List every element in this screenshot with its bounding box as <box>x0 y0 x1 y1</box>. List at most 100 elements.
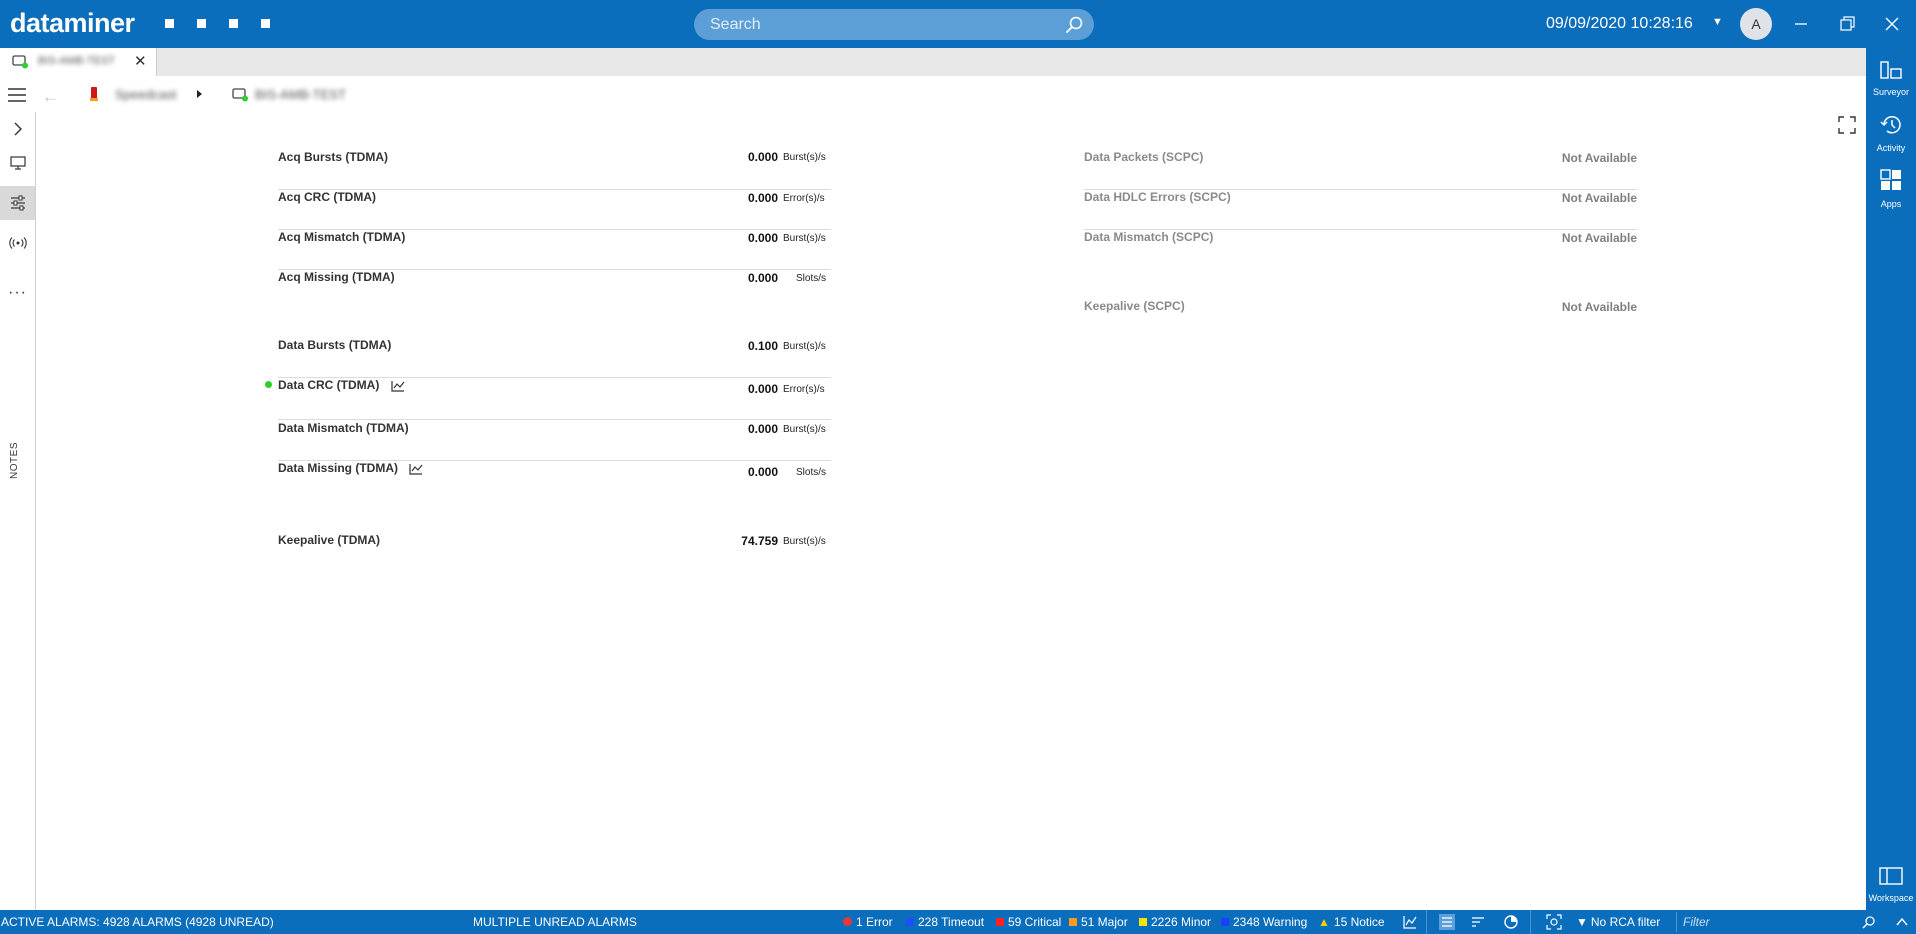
parameter-name: Keepalive (TDMA) <box>278 533 381 547</box>
parameter-row[interactable]: Data Mismatch (SCPC) Not Available <box>1084 230 1637 270</box>
search-icon[interactable] <box>1064 15 1084 35</box>
visual-overview-button[interactable] <box>0 146 35 180</box>
card-tab-title: BIS-AMB-TEST <box>38 55 116 67</box>
trend-chart-icon[interactable] <box>1402 914 1418 930</box>
funnel-icon: ▼ <box>1576 915 1588 929</box>
breadcrumb-separator-icon[interactable] <box>197 90 202 98</box>
parameter-row[interactable]: Data CRC (TDMA) 0.000 Error(s)/s <box>265 378 831 420</box>
parameter-value: 0.000 <box>747 271 778 285</box>
back-arrow-icon[interactable]: ← <box>42 87 59 107</box>
critical-count[interactable]: 59 Critical <box>996 915 1061 929</box>
workspace-button[interactable]: Workspace <box>1866 866 1916 903</box>
parameter-row[interactable]: Keepalive (TDMA) 74.759 Burst(s)/s <box>278 533 831 573</box>
list-view-icon[interactable] <box>1439 914 1455 930</box>
parameter-row[interactable]: Data Packets (SCPC) Not Available <box>1084 150 1637 190</box>
notice-count[interactable]: ▲ 15 Notice <box>1318 915 1385 929</box>
error-icon <box>843 917 852 926</box>
card-navigation-bar: ← Speedcast BIS-AMB-TEST <box>0 78 1866 112</box>
trend-chart-icon[interactable] <box>409 463 423 475</box>
unread-alarms-notice[interactable]: MULTIPLE UNREAD ALARMS <box>473 915 637 929</box>
parameter-value: 0.100 <box>747 339 778 353</box>
parameter-name: Data CRC (TDMA) <box>278 378 405 392</box>
parameter-name: Keepalive (SCPC) <box>1084 299 1185 313</box>
user-avatar[interactable]: A <box>1740 8 1772 40</box>
app-square-2-icon[interactable] <box>197 19 206 28</box>
alarm-filter-box[interactable] <box>1676 912 1875 932</box>
focus-icon[interactable] <box>1546 914 1562 930</box>
warning-square-icon <box>1221 918 1229 926</box>
critical-square-icon <box>996 918 1004 926</box>
data-display-button[interactable] <box>0 186 35 220</box>
surveyor-button[interactable]: Surveyor <box>1866 60 1916 97</box>
minimize-icon[interactable] <box>1789 12 1813 36</box>
search-box[interactable] <box>694 9 1094 40</box>
signal-button[interactable] <box>0 226 35 260</box>
parameter-row[interactable]: Data Mismatch (TDMA) 0.000 Burst(s)/s <box>278 421 831 461</box>
card-tab[interactable]: BIS-AMB-TEST ✕ <box>0 48 157 76</box>
parameter-row[interactable]: Data HDLC Errors (SCPC) Not Available <box>1084 190 1637 230</box>
fullscreen-icon[interactable] <box>1838 116 1856 134</box>
warning-count[interactable]: 2348 Warning <box>1221 915 1307 929</box>
parameter-unit: Burst(s)/s <box>783 424 826 435</box>
card-tab-strip: BIS-AMB-TEST ✕ <box>0 48 1866 76</box>
app-square-1-icon[interactable] <box>165 19 174 28</box>
current-datetime: 09/09/2020 10:28:16 <box>1546 15 1693 32</box>
history-icon <box>1880 116 1901 134</box>
error-count[interactable]: 1 Error <box>843 915 893 929</box>
parameter-row[interactable]: Acq CRC (TDMA) 0.000 Error(s)/s <box>278 190 831 230</box>
breadcrumb-view[interactable]: Speedcast <box>115 87 176 102</box>
alarm-filter-input[interactable] <box>1683 914 1833 930</box>
left-side-panel: ··· NOTES <box>0 112 36 910</box>
parameter-value: 0.000 <box>747 382 778 396</box>
trend-chart-icon[interactable] <box>391 380 405 392</box>
minor-square-icon <box>1139 918 1147 926</box>
element-icon <box>12 55 28 69</box>
parameter-name: Data Packets (SCPC) <box>1084 150 1204 164</box>
active-alarms-summary[interactable]: ACTIVE ALARMS: 4928 ALARMS (4928 UNREAD) <box>1 915 274 929</box>
notes-tab[interactable]: NOTES <box>9 442 20 479</box>
sort-icon[interactable] <box>1470 914 1486 930</box>
breadcrumb-element[interactable]: BIS-AMB-TEST <box>255 87 346 102</box>
parameter-row[interactable]: Acq Mismatch (TDMA) 0.000 Burst(s)/s <box>278 230 831 270</box>
apps-button[interactable]: Apps <box>1866 168 1916 209</box>
parameter-row[interactable]: Data Missing (TDMA) 0.000 Slots/s <box>278 461 831 501</box>
major-square-icon <box>1069 918 1077 926</box>
view-icon[interactable] <box>89 86 99 102</box>
major-count[interactable]: 51 Major <box>1069 915 1128 929</box>
chevron-up-icon[interactable] <box>1894 914 1910 930</box>
app-square-4-icon[interactable] <box>261 19 270 28</box>
more-options-button[interactable]: ··· <box>0 276 35 310</box>
search-icon[interactable] <box>1862 915 1876 929</box>
rca-filter-toggle[interactable]: ▼ No RCA filter <box>1576 915 1660 929</box>
parameter-name: Data Mismatch (SCPC) <box>1084 230 1214 244</box>
parameter-value: 0.000 <box>747 422 778 436</box>
timeout-count[interactable]: 228 Timeout <box>906 915 984 929</box>
close-window-icon[interactable] <box>1880 12 1904 36</box>
search-input[interactable] <box>710 13 1050 36</box>
activity-button[interactable]: Activity <box>1866 114 1916 153</box>
close-tab-icon[interactable]: ✕ <box>134 54 147 69</box>
app-square-3-icon[interactable] <box>229 19 238 28</box>
parameter-name: Data Bursts (TDMA) <box>278 338 392 352</box>
parameter-value: Not Available <box>1561 151 1637 165</box>
parameter-unit: Burst(s)/s <box>783 233 826 244</box>
parameter-value: 0.000 <box>747 191 778 205</box>
parameter-row[interactable]: Keepalive (SCPC) Not Available <box>1084 299 1637 339</box>
pie-chart-icon[interactable] <box>1503 914 1519 930</box>
parameter-row[interactable]: Data Bursts (TDMA) 0.100 Burst(s)/s <box>278 338 831 378</box>
parameter-value: Not Available <box>1561 231 1637 245</box>
datetime-dropdown-icon[interactable]: ▼ <box>1712 16 1723 28</box>
parameter-unit: Burst(s)/s <box>783 341 826 352</box>
dataminer-logo[interactable]: dataminer <box>10 8 135 39</box>
broadcast-icon <box>8 237 27 249</box>
apps-grid-icon <box>1880 169 1901 190</box>
parameter-value: 0.000 <box>747 231 778 245</box>
parameter-unit: Slots/s <box>796 467 827 478</box>
minor-count[interactable]: 2226 Minor <box>1139 915 1211 929</box>
parameter-name: Acq Missing (TDMA) <box>278 270 395 284</box>
expand-panel-button[interactable] <box>0 112 35 146</box>
hamburger-menu-icon[interactable] <box>7 87 27 103</box>
parameter-row[interactable]: Acq Bursts (TDMA) 0.000 Burst(s)/s <box>278 150 831 190</box>
parameter-row[interactable]: Acq Missing (TDMA) 0.000 Slots/s <box>278 270 831 310</box>
restore-icon[interactable] <box>1835 12 1859 36</box>
